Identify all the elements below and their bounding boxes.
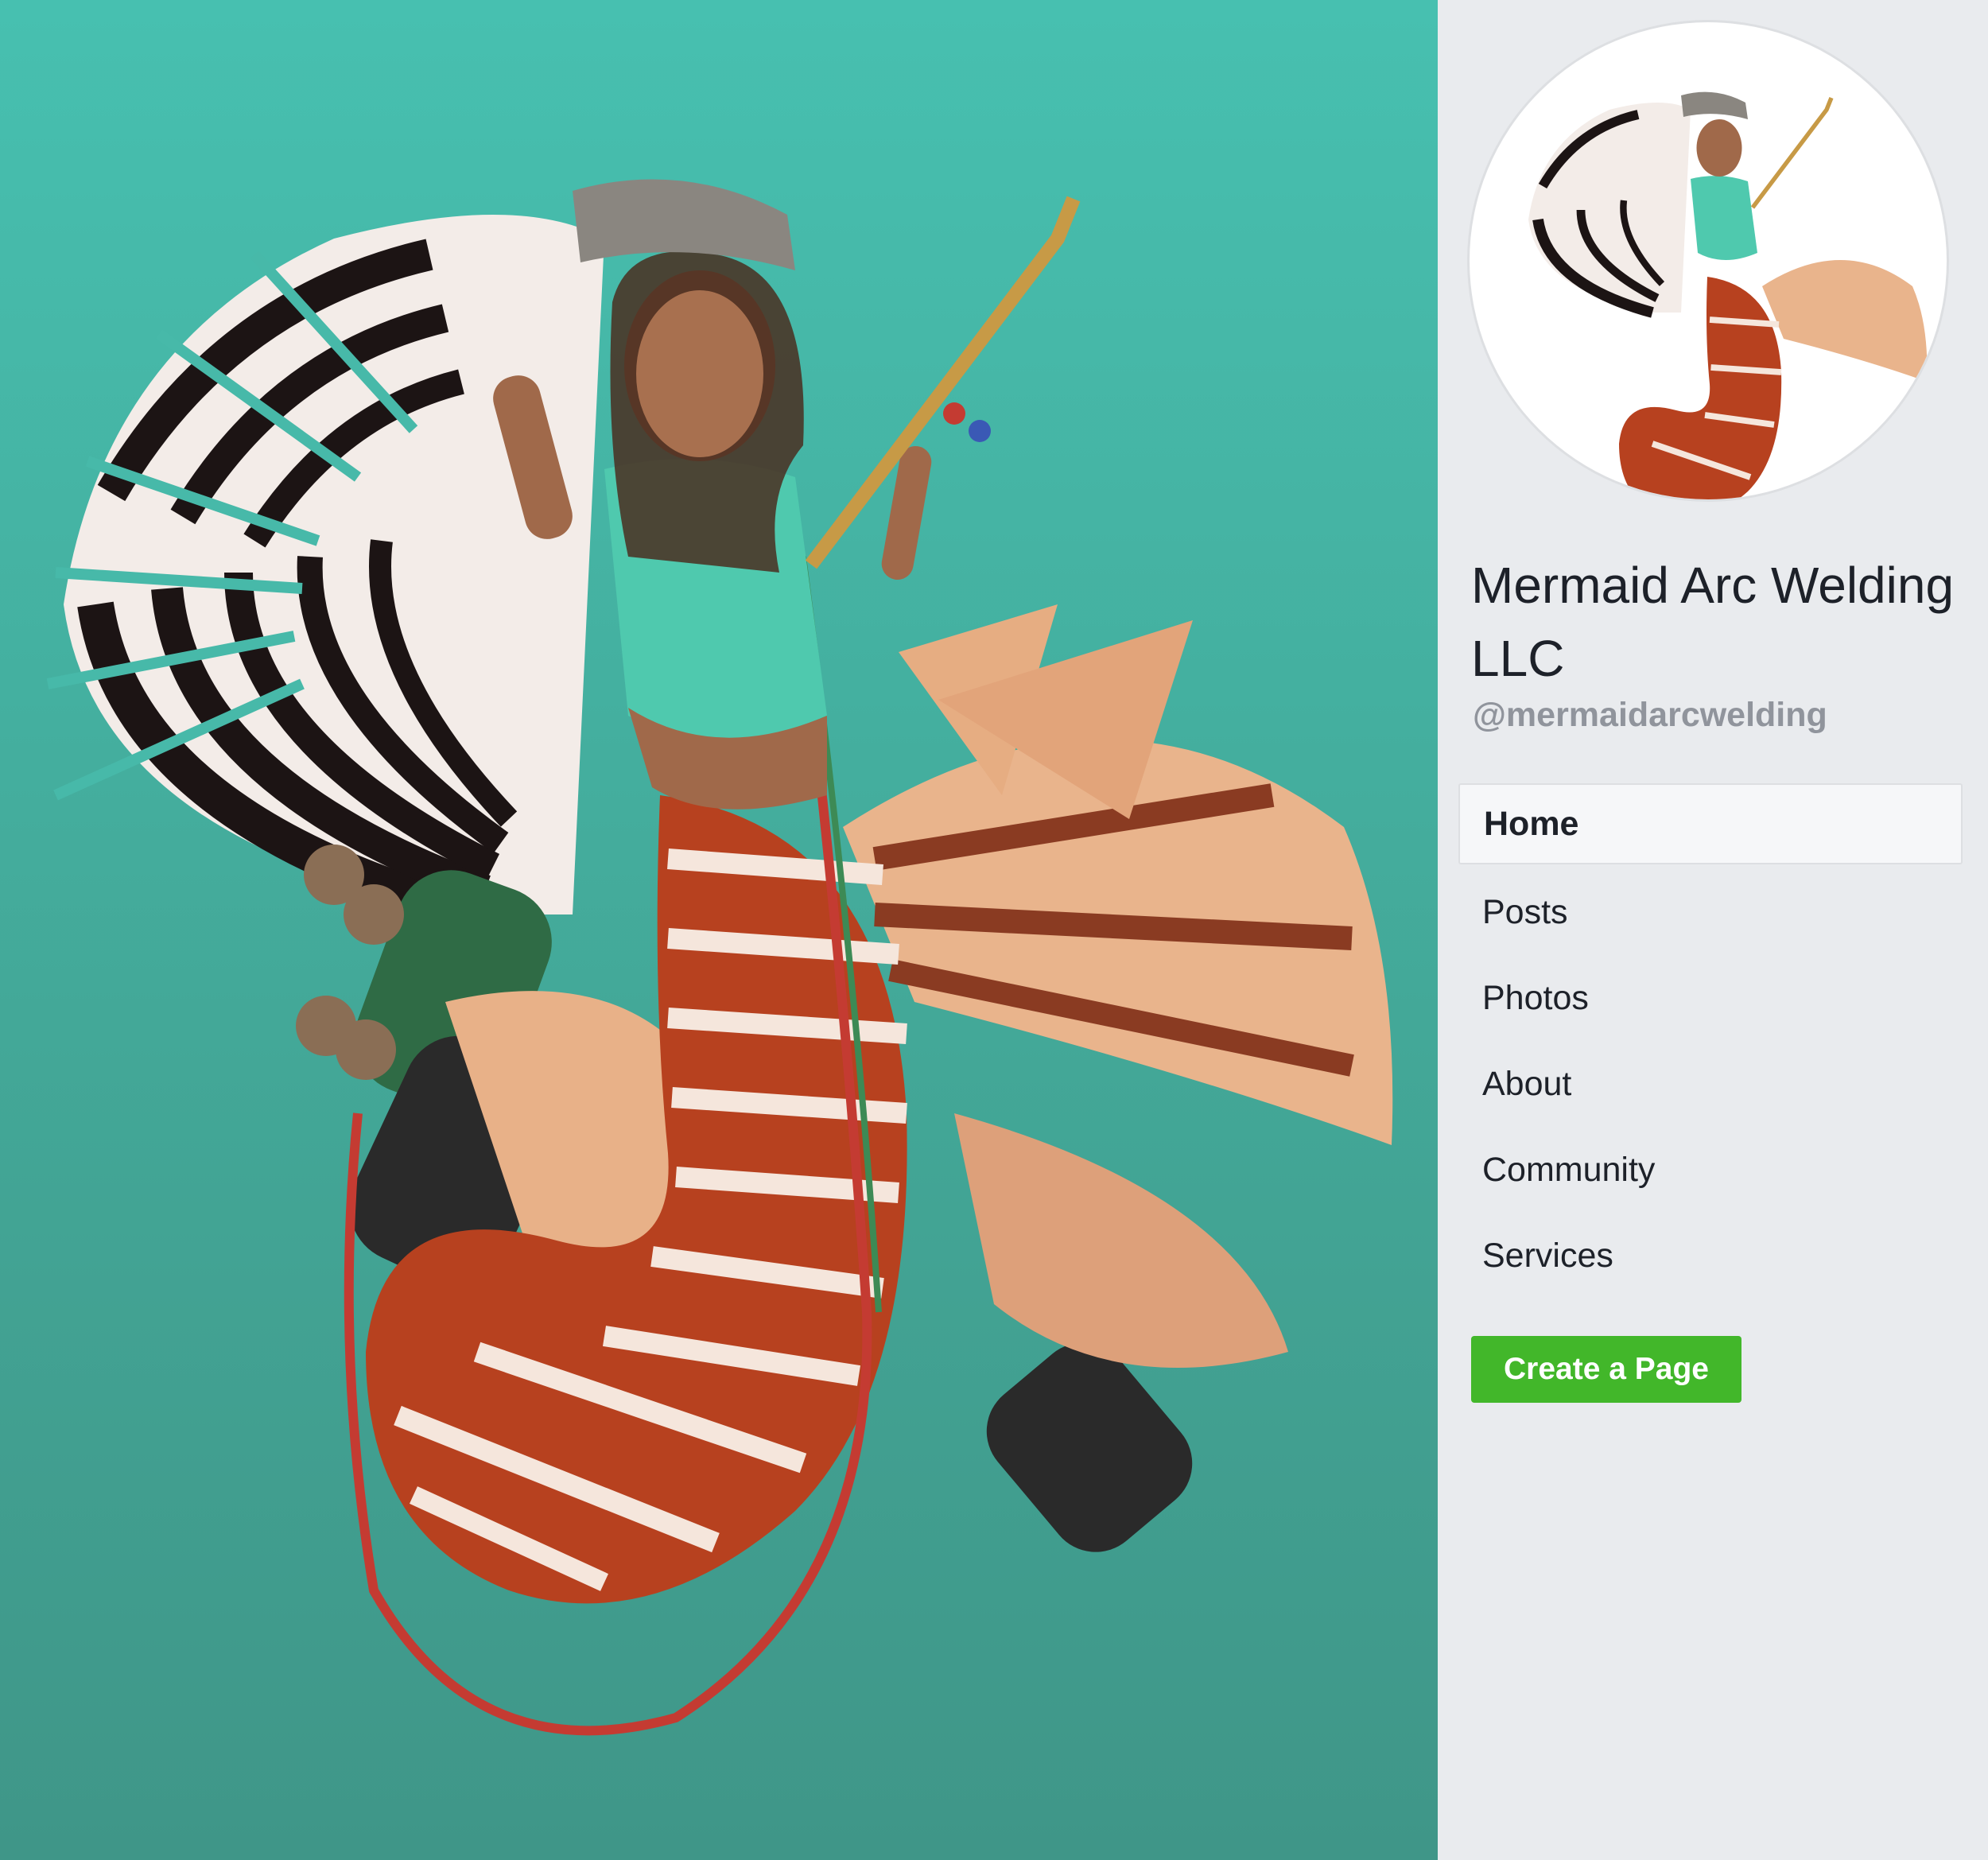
page-handle[interactable]: @mermaidarcwelding	[1473, 696, 1827, 735]
mermaid-illustration	[0, 0, 1438, 1860]
profile-picture[interactable]	[1470, 22, 1947, 499]
nav-item-home[interactable]: Home	[1458, 783, 1963, 864]
page-sidebar: Mermaid Arc Welding LLC @mermaidarcweldi…	[1438, 0, 1988, 1860]
mermaid-welder-illustration	[46, 179, 1393, 1736]
striped-fan	[46, 215, 604, 933]
nav-item-photos[interactable]: Photos	[1458, 955, 1963, 1041]
page-title: Mermaid Arc Welding LLC	[1471, 557, 1955, 687]
create-page-button[interactable]: Create a Page	[1471, 1336, 1741, 1403]
nav-item-community[interactable]: Community	[1458, 1127, 1963, 1213]
nav-item-about[interactable]: About	[1458, 1041, 1963, 1127]
nav-item-posts[interactable]: Posts	[1458, 869, 1963, 955]
page-nav: Home Posts Photos About Community Servic…	[1458, 783, 1963, 1299]
page: Mermaid Arc Welding LLC @mermaidarcweldi…	[0, 0, 1988, 1860]
mermaid-welder-avatar	[1528, 91, 1928, 499]
nav-item-services[interactable]: Services	[1458, 1213, 1963, 1299]
